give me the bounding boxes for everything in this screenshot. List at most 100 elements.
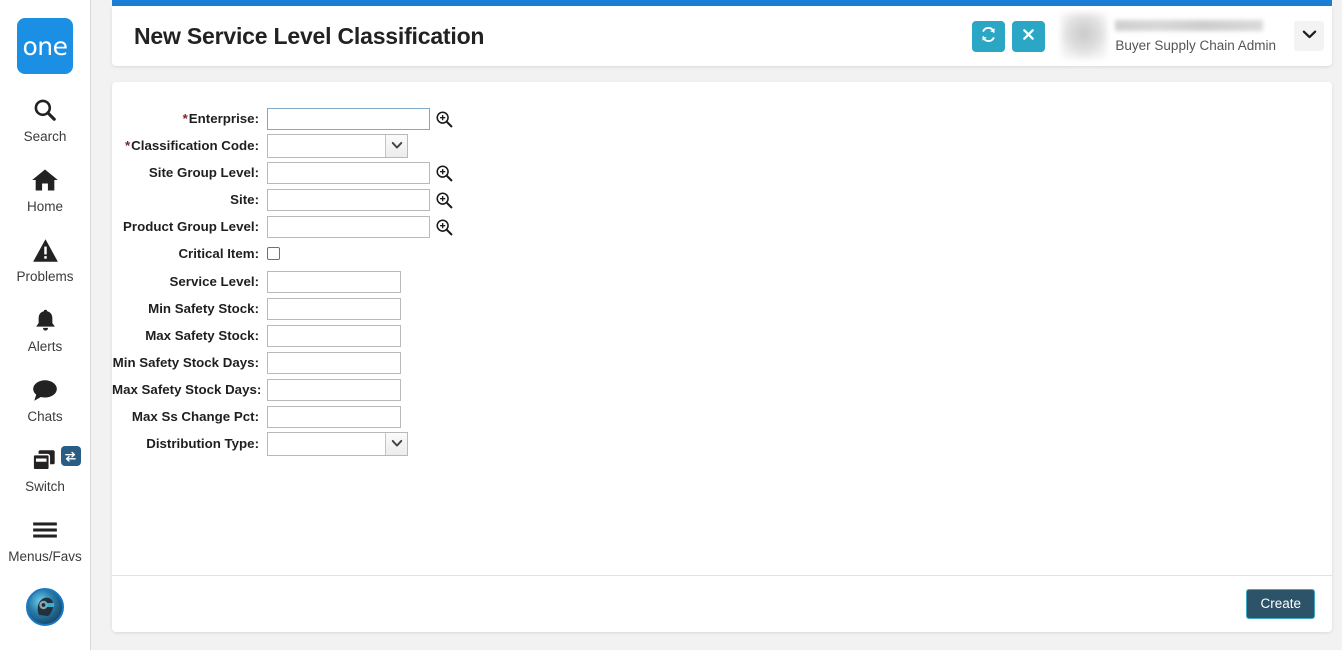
user-profile-text: Buyer Supply Chain Admin: [1115, 19, 1276, 53]
label-max-safety-stock-days: Max Safety Stock Days:: [112, 382, 267, 397]
user-menu-dropdown-button[interactable]: [1294, 21, 1324, 51]
application-window: one Search Home Problems Alerts Chats Sw…: [0, 0, 1342, 650]
input-min-safety-stock[interactable]: [267, 297, 401, 320]
user-profile-block[interactable]: Buyer Supply Chain Admin: [1061, 8, 1280, 64]
sidebar-item-switch[interactable]: Switch: [0, 444, 91, 494]
label-site: Site:: [112, 192, 267, 207]
form-row-max-safety-stock-days: Max Safety Stock Days:: [112, 377, 1332, 402]
select-value-distribution-type: [268, 433, 385, 455]
label-colon: :: [254, 355, 259, 370]
input-max-safety-stock-days[interactable]: [267, 378, 401, 401]
label-text: Critical Item: [178, 246, 255, 261]
lookup-search-icon-enterprise[interactable]: [433, 108, 455, 130]
logo-text: one: [22, 31, 68, 61]
form-row-max-ss-change-pct: Max Ss Change Pct:: [112, 404, 1332, 429]
select-distribution-type[interactable]: [267, 431, 408, 456]
form-row-min-safety-stock-days: Min Safety Stock Days:: [112, 350, 1332, 375]
lookup-search-icon-site[interactable]: [433, 189, 455, 211]
label-site-group-level: Site Group Level:: [112, 165, 267, 180]
label-text: Product Group Level: [123, 219, 255, 234]
label-classification-code: *Classification Code:: [112, 138, 267, 153]
input-max-ss-change-pct[interactable]: [267, 405, 401, 428]
input-min-safety-stock-days[interactable]: [267, 351, 401, 374]
close-button[interactable]: [1012, 20, 1046, 52]
user-avatar[interactable]: [26, 588, 64, 626]
sidebar-label-search: Search: [23, 129, 67, 144]
checkbox-critical-item[interactable]: [267, 247, 280, 260]
label-max-ss-change-pct: Max Ss Change Pct:: [112, 409, 267, 424]
hamburger-menu-icon: [31, 514, 59, 546]
input-site[interactable]: [267, 188, 430, 211]
form-row-min-safety-stock: Min Safety Stock:: [112, 296, 1332, 321]
one-network-logo[interactable]: one: [17, 18, 73, 74]
input-service-level[interactable]: [267, 270, 401, 293]
windows-stack-icon: [31, 444, 59, 476]
required-asterisk: *: [182, 111, 188, 126]
user-name-redacted: [1115, 19, 1264, 31]
search-icon: [32, 94, 58, 126]
bell-icon: [33, 304, 58, 336]
left-navigation-sidebar: one Search Home Problems Alerts Chats Sw…: [0, 0, 91, 650]
form-row-distribution-type: Distribution Type:: [112, 431, 1332, 456]
sidebar-item-home[interactable]: Home: [0, 164, 91, 214]
label-colon: :: [256, 382, 262, 397]
top-accent-bar: [112, 0, 1332, 6]
sidebar-item-alerts[interactable]: Alerts: [0, 304, 91, 354]
home-icon: [31, 164, 59, 196]
required-asterisk: *: [124, 138, 131, 153]
label-text: Site: [230, 192, 255, 207]
label-text: Max Ss Change Pct: [131, 409, 255, 424]
label-colon: :: [254, 165, 259, 180]
create-button[interactable]: Create: [1246, 589, 1315, 619]
chat-bubble-icon: [31, 374, 59, 406]
label-distribution-type: Distribution Type:: [112, 436, 267, 451]
label-service-level: Service Level:: [112, 274, 267, 289]
label-text: Classification Code: [131, 138, 255, 153]
label-text: Min Safety Stock Days: [112, 355, 255, 370]
select-classification-code[interactable]: [267, 133, 408, 158]
sidebar-label-menus-favs: Menus/Favs: [8, 549, 82, 564]
lookup-search-icon-site-group-level[interactable]: [433, 162, 455, 184]
label-critical-item: Critical Item:: [112, 246, 267, 261]
page-header: New Service Level Classification Buyer S…: [112, 6, 1332, 66]
label-colon: :: [254, 274, 259, 289]
service-level-classification-form: *Enterprise: *Classification Code: Site Gr…: [112, 82, 1332, 575]
form-row-max-safety-stock: Max Safety Stock:: [112, 323, 1332, 348]
sidebar-label-alerts: Alerts: [27, 339, 63, 354]
input-enterprise[interactable]: [267, 107, 430, 130]
user-role-label: Buyer Supply Chain Admin: [1115, 37, 1276, 53]
form-footer: Create: [112, 575, 1332, 632]
form-row-critical-item: Critical Item:: [112, 241, 1332, 266]
chevron-down-icon: [385, 134, 407, 157]
sidebar-label-switch: Switch: [25, 479, 65, 494]
input-site-group-level[interactable]: [267, 161, 430, 184]
sidebar-item-problems[interactable]: Problems: [0, 234, 91, 284]
lookup-search-icon-product-group-level[interactable]: [433, 216, 455, 238]
input-product-group-level[interactable]: [267, 215, 430, 238]
select-value-classification-code: [268, 135, 385, 157]
user-profile-avatar: [1061, 13, 1108, 59]
label-text: Max Safety Stock: [145, 328, 255, 343]
refresh-button[interactable]: [972, 20, 1006, 52]
label-product-group-level: Product Group Level:: [112, 219, 267, 234]
label-min-safety-stock-days: Min Safety Stock Days:: [112, 355, 267, 370]
form-row-site: Site:: [112, 187, 1332, 212]
label-colon: :: [254, 219, 259, 234]
label-colon: :: [254, 436, 259, 451]
sidebar-label-chats: Chats: [27, 409, 63, 424]
form-row-product-group-level: Product Group Level:: [112, 214, 1332, 239]
page-title: New Service Level Classification: [134, 22, 485, 49]
label-text: Max Safety Stock Days: [112, 382, 257, 397]
label-text: Site Group Level: [148, 165, 255, 180]
label-text: Enterprise: [188, 111, 255, 126]
label-colon: :: [254, 409, 259, 424]
label-text: Service Level: [169, 274, 255, 289]
sidebar-item-menus-favs[interactable]: Menus/Favs: [0, 514, 91, 564]
sidebar-item-search[interactable]: Search: [0, 94, 91, 144]
label-colon: :: [254, 301, 259, 316]
chevron-down-icon: [385, 432, 407, 455]
sidebar-item-chats[interactable]: Chats: [0, 374, 91, 424]
input-max-safety-stock[interactable]: [267, 324, 401, 347]
label-colon: :: [254, 192, 259, 207]
swap-arrows-icon[interactable]: [60, 446, 81, 466]
